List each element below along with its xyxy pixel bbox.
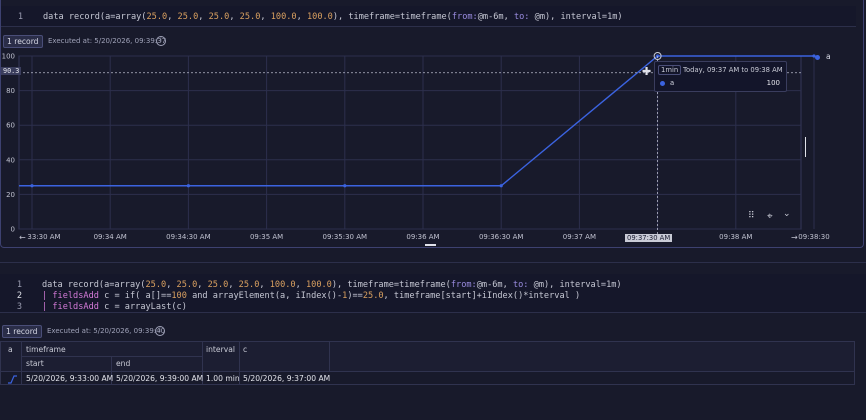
column-header-timeframe[interactable]: timeframe bbox=[26, 345, 66, 354]
execution-timestamp: Executed at: 5/20/2026, 09:39:40 bbox=[47, 327, 166, 335]
cell-end: 5/20/2026, 9:39:00 AM bbox=[116, 374, 204, 383]
cell-c: 5/20/2026, 9:37:00 AM bbox=[243, 374, 331, 383]
x-tick-label: 09:35:30 AM bbox=[323, 233, 368, 241]
scroll-right-icon[interactable]: → bbox=[791, 233, 798, 242]
table-row[interactable]: 5/20/2026, 9:33:00 AM 5/20/2026, 9:39:00… bbox=[1, 372, 854, 385]
cursor-crosshair-icon: ✚ bbox=[642, 65, 652, 78]
series-a-point bbox=[30, 184, 34, 188]
tooltip-series-name: a bbox=[670, 79, 675, 87]
x-tick-label: 09:37 AM bbox=[563, 233, 596, 241]
tooltip-value: 100 bbox=[766, 79, 780, 87]
y-tick-label: 0 bbox=[11, 226, 15, 234]
y-tick-label: 40 bbox=[6, 156, 15, 164]
zoom-select-icon[interactable]: ⌖ bbox=[767, 211, 773, 222]
query-line-3[interactable]: | fieldsAdd c = arrayLast(c) bbox=[42, 302, 187, 312]
tooltip-range: Today, 09:37 AM to 09:38 AM bbox=[683, 66, 783, 74]
query-line[interactable]: data record(a=array(25.0, 25.0, 25.0, 25… bbox=[43, 12, 623, 22]
cell-start: 5/20/2026, 9:33:00 AM bbox=[26, 374, 114, 383]
cell-interval: 1.00 min bbox=[206, 374, 240, 383]
column-header-c[interactable]: c bbox=[243, 345, 247, 354]
cell-separator bbox=[0, 262, 866, 263]
chart-toolbar: ⠿ ⌖ ⌄ bbox=[746, 209, 794, 224]
notebook-cell-2: 1 2 3 data record(a=array(25.0, 25.0, 25… bbox=[0, 274, 866, 420]
line-number: 1 bbox=[16, 280, 22, 290]
chart-tooltip: 1min Today, 09:37 AM to 09:38 AM a 100 bbox=[654, 61, 787, 92]
x-tick-label: 09:34:30 AM bbox=[166, 233, 211, 241]
info-icon[interactable]: i bbox=[155, 326, 165, 336]
column-header-a[interactable]: a bbox=[8, 345, 13, 354]
x-tick-label: 09:38:30 bbox=[798, 233, 829, 241]
scroll-left-icon[interactable]: ← bbox=[19, 233, 26, 242]
y-tick-label: 20 bbox=[6, 191, 15, 199]
y-tick-label: 100 bbox=[2, 53, 15, 61]
series-a-point bbox=[186, 184, 190, 188]
line-number: 3 bbox=[16, 302, 22, 312]
tooltip-interval: 1min bbox=[658, 65, 682, 75]
x-tick-label: 09:38 AM bbox=[719, 233, 752, 241]
drag-handle-icon[interactable]: ⠿ bbox=[748, 211, 755, 221]
query-line-1[interactable]: data record(a=array(25.0, 25.0, 25.0, 25… bbox=[42, 280, 622, 290]
y-tick-label: 80 bbox=[6, 87, 15, 95]
series-a-point bbox=[343, 184, 347, 188]
scroll-indicator[interactable] bbox=[425, 244, 436, 246]
column-header-start[interactable]: start bbox=[26, 359, 44, 368]
execution-timestamp: Executed at: 5/20/2026, 09:39:37 bbox=[48, 37, 167, 45]
code-editor[interactable]: 1 data record(a=array(25.0, 25.0, 25.0, … bbox=[1, 6, 856, 27]
chevron-down-icon[interactable]: ⌄ bbox=[783, 209, 791, 219]
sparkline-icon[interactable] bbox=[7, 374, 18, 384]
x-tick-label: 09:36 AM bbox=[406, 233, 439, 241]
record-count-badge[interactable]: 1 record bbox=[2, 325, 42, 338]
result-table: a timeframe start end interval c 5/20/20… bbox=[0, 341, 855, 385]
notebook-cell-1: 1 data record(a=array(25.0, 25.0, 25.0, … bbox=[0, 0, 864, 248]
text-cursor-icon bbox=[805, 137, 806, 157]
y-axis-ticks: 0 20 40 60 80 100 bbox=[2, 53, 15, 234]
line-number: 1 bbox=[17, 12, 23, 22]
x-tick-label: 33:30 AM bbox=[27, 233, 60, 241]
x-tick-label: 09:35 AM bbox=[250, 233, 283, 241]
tooltip-series-marker bbox=[660, 81, 665, 86]
x-tick-label: 09:36:30 AM bbox=[479, 233, 524, 241]
x-axis-ticks: 33:30 AM 09:34 AM 09:34:30 AM 09:35 AM 09:35… bbox=[27, 233, 829, 241]
line-number: 2 bbox=[16, 291, 22, 301]
x-tick-label: 09:34 AM bbox=[94, 233, 127, 241]
legend-marker bbox=[815, 55, 820, 60]
code-editor[interactable]: 1 2 3 data record(a=array(25.0, 25.0, 25… bbox=[0, 274, 866, 313]
info-icon[interactable]: i bbox=[156, 36, 166, 46]
hover-y-value: 90.3 bbox=[1, 67, 22, 75]
column-header-interval[interactable]: interval bbox=[206, 345, 235, 354]
hover-x-value: 09:37:30 AM bbox=[625, 234, 673, 242]
legend-label: a bbox=[826, 52, 831, 61]
series-a-point bbox=[499, 184, 503, 188]
y-tick-label: 60 bbox=[6, 122, 15, 130]
query-line-2[interactable]: | fieldsAdd c = if( a[]==100 and arrayEl… bbox=[42, 291, 580, 301]
column-header-end[interactable]: end bbox=[116, 359, 130, 368]
